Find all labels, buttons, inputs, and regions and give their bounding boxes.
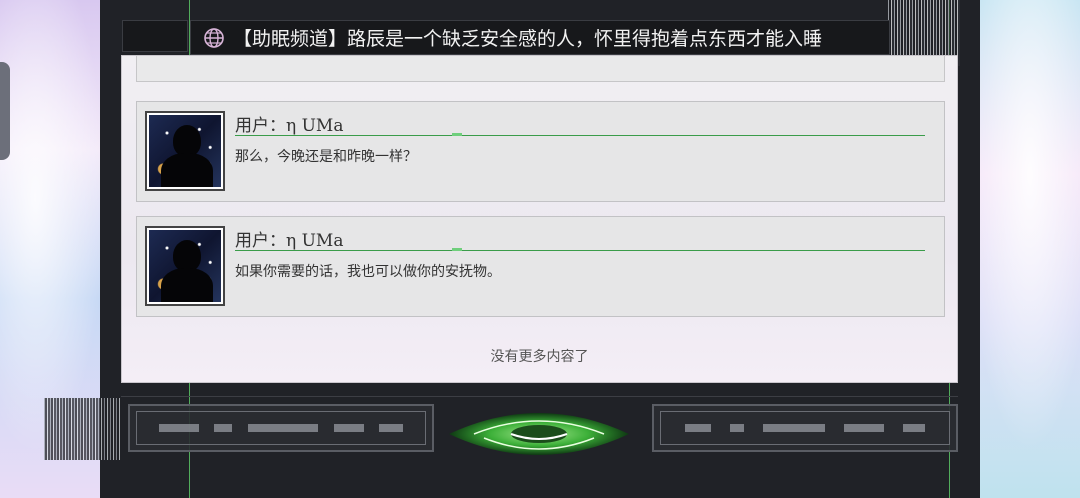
globe-icon <box>203 27 225 49</box>
eye-emblem-icon[interactable] <box>444 398 634 470</box>
message-username: 用户：η UMa <box>235 116 344 136</box>
divider-accent <box>452 248 462 251</box>
glitched-button-graphic <box>136 411 426 445</box>
channel-title-bar: 【助眠频道】路辰是一个缺乏安全感的人，怀里得抱着点东西才能入睡 <box>190 20 890 55</box>
list-item-partial <box>136 56 945 82</box>
username-divider <box>235 250 925 251</box>
message-list-panel[interactable]: 用户：η UMa 那么，今晚还是和昨晚一样？ 用户：η UMa 如果你需要的话，… <box>121 55 958 383</box>
avatar[interactable] <box>145 111 225 191</box>
title-bar-tab <box>122 20 188 52</box>
avatar-image <box>149 230 221 302</box>
avatar-image <box>149 115 221 187</box>
message-username: 用户：η UMa <box>235 231 344 251</box>
end-of-list-label: 没有更多内容了 <box>490 349 589 365</box>
drawer-handle[interactable] <box>0 62 10 160</box>
divider-accent <box>452 133 462 136</box>
toolbar-divider <box>121 396 958 397</box>
glitch-decoration-left <box>44 398 120 460</box>
right-action-button[interactable] <box>652 404 958 452</box>
message-text: 那么，今晚还是和昨晚一样？ <box>235 149 417 165</box>
message-card: 用户：η UMa 那么，今晚还是和昨晚一样？ <box>136 101 945 202</box>
username-divider <box>235 135 925 136</box>
glitched-button-graphic <box>660 411 950 445</box>
left-action-button[interactable] <box>128 404 434 452</box>
message-card: 用户：η UMa 如果你需要的话，我也可以做你的安抚物。 <box>136 216 945 317</box>
message-text: 如果你需要的话，我也可以做你的安抚物。 <box>235 264 501 280</box>
channel-title: 【助眠频道】路辰是一个缺乏安全感的人，怀里得抱着点东西才能入睡 <box>233 28 823 50</box>
avatar[interactable] <box>145 226 225 306</box>
